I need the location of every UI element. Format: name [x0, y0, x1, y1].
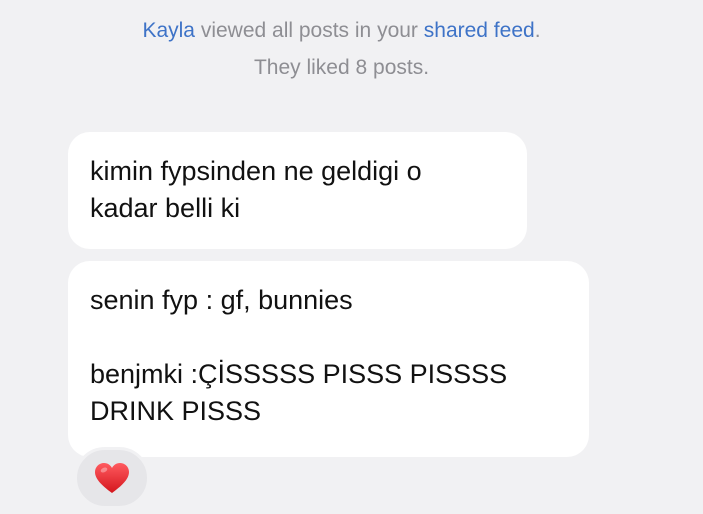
message-text-line: senin fyp : gf, bunnies [90, 285, 353, 315]
message-text-line: kadar belli ki [90, 193, 241, 223]
heart-icon-svg [95, 462, 129, 493]
user-name-link[interactable]: Kayla [142, 19, 195, 42]
notice-line-1: Kayla viewed all posts in your shared fe… [0, 12, 683, 49]
message-text-line: DRINK PISSS [90, 396, 262, 426]
notice-period: . [534, 19, 541, 42]
reaction-badge[interactable] [74, 447, 150, 509]
shared-feed-link[interactable]: shared feed [424, 19, 535, 42]
notice-text: viewed all posts in your [194, 19, 424, 42]
system-notice: Kayla viewed all posts in your shared fe… [0, 12, 683, 86]
message-bubble[interactable]: kimin fypsinden ne geldigi o kadar belli… [68, 132, 527, 249]
message-text-line: benjmki :ÇİSSSSS PISSS PISSSS [90, 359, 508, 389]
heart-icon [95, 462, 129, 494]
notice-line-2: They liked 8 posts. [253, 56, 430, 79]
message-bubble[interactable]: senin fyp : gf, bunnies benjmki :ÇİSSSSS… [68, 261, 589, 457]
message-text-line: kimin fypsinden ne geldigi o [90, 156, 422, 186]
